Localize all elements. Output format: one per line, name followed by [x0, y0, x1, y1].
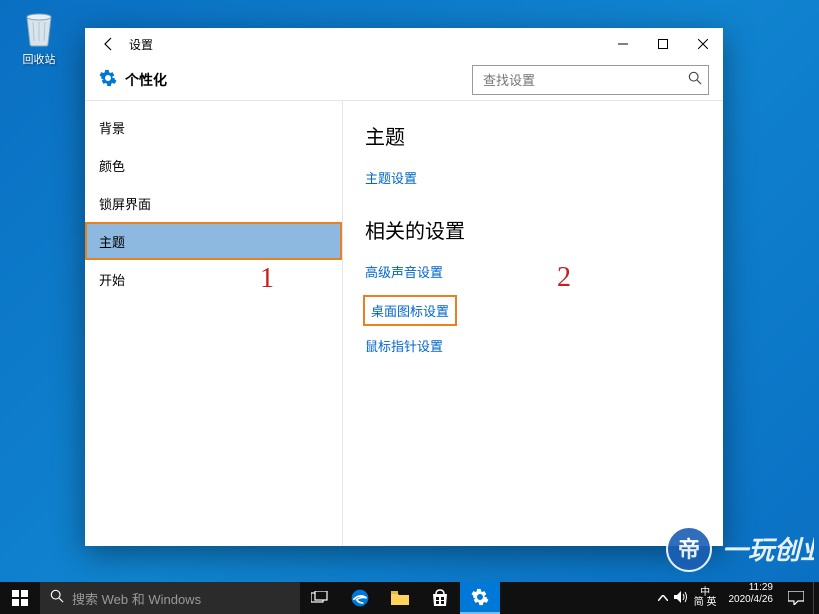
system-tray: 中 简 英 [652, 582, 723, 614]
sidebar-item-lockscreen[interactable]: 锁屏界面 [85, 184, 342, 222]
sidebar-item-colors[interactable]: 颜色 [85, 146, 342, 184]
search-box[interactable] [472, 65, 709, 95]
start-button[interactable] [0, 582, 40, 614]
taskbar-search-placeholder: 搜索 Web 和 Windows [72, 589, 201, 608]
section-title-themes: 主题 [365, 121, 701, 150]
link-desktop-icon-settings[interactable]: 桌面图标设置 [365, 297, 455, 324]
search-icon [688, 71, 702, 90]
taskbar: 搜索 Web 和 Windows 中 简 英 11:29 2020/4/26 [0, 582, 819, 614]
search-icon [50, 589, 64, 608]
maximize-button[interactable] [643, 28, 683, 60]
window-header: 个性化 [85, 60, 723, 100]
link-advanced-sound[interactable]: 高级声音设置 [365, 262, 701, 281]
search-input[interactable] [483, 73, 688, 88]
taskbar-edge[interactable] [340, 582, 380, 614]
section-title-related: 相关的设置 [365, 215, 701, 244]
sidebar: 背景 颜色 锁屏界面 主题 开始 [85, 101, 342, 546]
tray-volume-icon[interactable] [674, 591, 688, 606]
content-area: 主题 主题设置 相关的设置 高级声音设置 桌面图标设置 鼠标指针设置 [342, 101, 723, 546]
window-title: 设置 [129, 36, 153, 53]
taskbar-store[interactable] [420, 582, 460, 614]
minimize-button[interactable] [603, 28, 643, 60]
close-button[interactable] [683, 28, 723, 60]
taskbar-search[interactable]: 搜索 Web 和 Windows [40, 582, 300, 614]
tray-chevron-up-icon[interactable] [658, 592, 668, 604]
window-body: 背景 颜色 锁屏界面 主题 开始 主题 主题设置 相关的设置 高级声音设置 桌面… [85, 100, 723, 546]
window-titlebar: 设置 [85, 28, 723, 60]
recycle-bin-icon [21, 8, 57, 48]
link-mouse-pointer[interactable]: 鼠标指针设置 [365, 336, 701, 355]
sidebar-item-background[interactable]: 背景 [85, 108, 342, 146]
show-desktop-button[interactable] [813, 582, 819, 614]
tray-ime[interactable]: 中 简 英 [694, 588, 717, 608]
taskbar-file-explorer[interactable] [380, 582, 420, 614]
page-title: 个性化 [125, 70, 167, 90]
tray-clock[interactable]: 11:29 2020/4/26 [723, 582, 780, 614]
task-view-button[interactable] [300, 582, 340, 614]
back-button[interactable] [89, 28, 129, 60]
action-center-button[interactable] [779, 582, 813, 614]
gear-icon [99, 69, 117, 92]
settings-window: 设置 个性化 背景 颜色 锁屏界面 主题 开始 [85, 28, 723, 546]
link-theme-settings[interactable]: 主题设置 [365, 168, 701, 187]
sidebar-item-themes[interactable]: 主题 [85, 222, 342, 260]
recycle-bin-label: 回收站 [14, 51, 64, 67]
recycle-bin[interactable]: 回收站 [14, 8, 64, 67]
sidebar-item-start[interactable]: 开始 [85, 260, 342, 298]
taskbar-settings[interactable] [460, 582, 500, 614]
